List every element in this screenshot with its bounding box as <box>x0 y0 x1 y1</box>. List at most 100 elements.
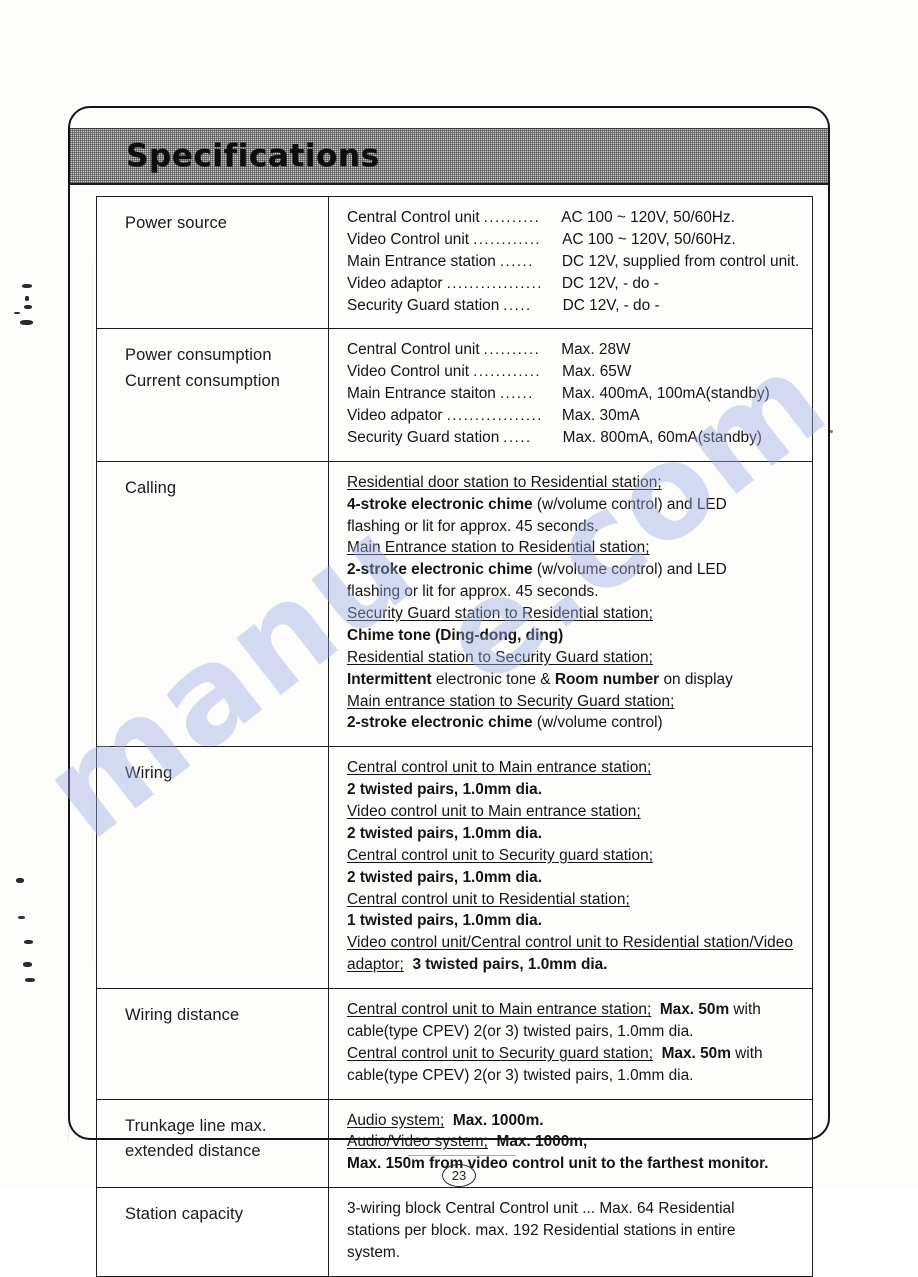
row-label-line: Wiring <box>125 764 173 783</box>
spec-block-bold: Max. 50m <box>659 1001 730 1018</box>
scan-artifact-speck <box>24 940 33 944</box>
spec-entry-name: Video adpator <box>347 407 443 424</box>
row-value: Audio system; Max. 1000m. Audio/Video sys… <box>329 1100 812 1188</box>
spec-block-extra-line: flashing or lit for approx. 45 seconds. <box>347 517 599 535</box>
spec-entry: Central Control unit.......... AC 100 ~ 1… <box>347 207 804 229</box>
scan-artifact-speck <box>20 320 33 325</box>
spec-block-extra-line: flashing or lit for approx. 45 seconds. <box>347 583 599 601</box>
spec-block-heading: Central control unit to Security guard s… <box>347 846 654 864</box>
spec-block-line: Audio system; Max. 1000m. <box>347 1110 804 1132</box>
spec-entry-leader: .......... <box>483 341 541 359</box>
spec-block-heading: Residential door station to Residential … <box>347 473 662 491</box>
spec-block-bold: 4-stroke electronic chime <box>347 495 533 513</box>
row-value-cell: 3-wiring block Central Control unit ... … <box>328 1187 813 1277</box>
spec-block-heading-line: Central control unit to Residential stat… <box>347 889 804 911</box>
spec-entry-leader: ................. <box>446 407 543 424</box>
row-value-cell: Central Control unit.......... AC 100 ~ 1… <box>328 195 813 330</box>
spec-block-heading-line: Main Entrance station to Residential sta… <box>347 537 804 559</box>
table-row: Calling Residential door station to Resid… <box>96 460 813 748</box>
spec-block-extra-line: cable(type CPEV) 2(or 3) twisted pairs, … <box>347 1066 694 1084</box>
spec-block-detail-line: 2 twisted pairs, 1.0mm dia. <box>347 779 804 801</box>
spec-block-line: Central control unit to Security guard s… <box>347 1044 763 1062</box>
spec-block-line: Audio/Video system; Max. 1000m, <box>347 1131 804 1153</box>
row-label-line: Wiring distance <box>125 1006 240 1024</box>
spec-block-detail-line: Intermittent electronic tone & Room numb… <box>347 670 733 688</box>
spec-block-bold: Chime tone (Ding-dong, ding) <box>347 626 564 644</box>
spec-block-bold: Intermittent <box>347 670 432 688</box>
spec-entry-value: DC 12V, - do - <box>561 274 659 292</box>
row-value-cell: Central control unit to Main entrance st… <box>328 988 813 1100</box>
spec-block-heading: Residential station to Security Guard st… <box>347 648 653 666</box>
page-number: 23 <box>442 1164 476 1187</box>
spec-entry-name: Main Entrance staiton <box>347 385 496 403</box>
spec-block-bold: 2 twisted pairs, 1.0mm dia. <box>347 781 543 799</box>
scan-artifact-speck <box>24 305 32 309</box>
section-header-band: Specifications <box>70 128 828 185</box>
spec-block-heading: Audio system; <box>347 1111 445 1129</box>
spec-entry-name: Video Control unit <box>347 230 470 248</box>
spec-block-detail-line: Chime tone (Ding-dong, ding) <box>347 625 804 647</box>
spec-block-bold: 2-stroke electronic chime <box>347 714 533 732</box>
spec-block-heading: Main entrance station to Security Guard … <box>347 692 675 710</box>
scan-artifact-speck <box>18 916 25 919</box>
spec-entry: Main Entrance staiton...... Max. 400mA, 1… <box>347 383 804 405</box>
spec-block-detail-line: 2 twisted pairs, 1.0mm dia. <box>347 867 804 889</box>
row-label: Power source <box>97 197 328 255</box>
row-value: Central control unit to Main entrance st… <box>329 989 812 1099</box>
row-label-cell: Trunkage line max. extended distance <box>96 1098 329 1189</box>
row-label: Station capacity <box>97 1188 328 1246</box>
row-label: Calling <box>97 462 328 520</box>
row-label-line: Trunkage line max. <box>125 1116 267 1135</box>
row-label-line: Power source <box>125 214 228 232</box>
row-value: Central control unit to Main entrance st… <box>329 747 812 988</box>
spec-entry-leader: .......... <box>483 209 541 226</box>
row-label: Wiring distance <box>97 989 328 1047</box>
spec-entry: Main Entrance station...... DC 12V, suppl… <box>347 251 804 273</box>
row-label-line: Power consumption <box>125 346 272 365</box>
row-label: Trunkage line max. extended distance <box>97 1100 328 1183</box>
spec-block-detail-line: 1 twisted pairs, 1.0mm dia. <box>347 910 804 932</box>
spec-block-heading-line: Security Guard station to Residential st… <box>347 603 804 625</box>
spec-entry-value: Max. 65W <box>562 363 632 381</box>
row-value-cell: Residential door station to Residential … <box>328 460 813 748</box>
spec-text-line: 3-wiring block Central Control unit ... … <box>347 1200 735 1218</box>
scan-artifact-speck <box>14 312 20 314</box>
spec-block-bold: 1 twisted pairs, 1.0mm dia. <box>347 912 543 930</box>
scanned-page: Specifications manu e.com Power source Ce… <box>0 0 918 1277</box>
row-label-cell: Calling <box>96 460 329 748</box>
row-label-line: Station capacity <box>125 1205 244 1224</box>
spec-block-detail-line: 2 twisted pairs, 1.0mm dia. <box>347 823 804 845</box>
spec-entry-value: Max. 400mA, 100mA(standby) <box>561 385 770 403</box>
spec-block-heading-line: Central control unit to Main entrance st… <box>347 757 804 779</box>
spec-text-line: system. <box>347 1243 401 1261</box>
scan-artifact-speck <box>22 284 32 288</box>
spec-block-heading: Security Guard station to Residential st… <box>347 605 653 622</box>
row-label-cell: Station capacity <box>96 1187 329 1277</box>
spec-block-heading-line: Main entrance station to Security Guard … <box>347 691 804 713</box>
spec-entry-value: Max. 30mA <box>561 407 640 424</box>
spec-entry-value: Max. 800mA, 60mA(standby) <box>562 428 762 446</box>
page-title: Specifications <box>126 138 380 174</box>
spec-entry-name: Video adaptor <box>347 274 443 292</box>
spec-block-heading-line: Residential door station to Residential … <box>347 472 804 494</box>
spec-block-bold: Max. 50m <box>661 1044 731 1062</box>
row-value: Central Control unit.......... Max. 28W Vi… <box>329 329 812 460</box>
spec-entry-name: Central Control unit <box>347 341 480 359</box>
spec-block-bold: Max. 1000m. <box>452 1111 544 1129</box>
spec-entry: Video Control unit............ Max. 65W <box>347 361 804 383</box>
spec-block-line: Central control unit to Main entrance st… <box>347 1001 761 1018</box>
spec-entry: Video Control unit............ AC 100 ~ 1… <box>347 229 804 251</box>
row-value: 3-wiring block Central Control unit ... … <box>329 1188 812 1276</box>
spec-entry-leader: ..... <box>503 428 532 446</box>
spec-block-heading: Central control unit to Main entrance st… <box>347 1001 652 1018</box>
row-value-cell: Central Control unit.......... Max. 28W Vi… <box>328 328 813 462</box>
spec-entry-name: Video Control unit <box>347 363 470 381</box>
spec-block-heading-line: Residential station to Security Guard st… <box>347 647 804 669</box>
scan-artifact-speck <box>25 296 29 301</box>
spec-block-bold: 2 twisted pairs, 1.0mm dia. <box>347 824 543 842</box>
spec-entry-value: Max. 28W <box>561 341 631 359</box>
spec-entry-name: Security Guard station <box>347 296 500 314</box>
row-value-cell: Audio system; Max. 1000m. Audio/Video sys… <box>328 1098 813 1189</box>
row-label: Power consumption Current consumption <box>97 329 328 412</box>
spec-block-bold: 2-stroke electronic chime <box>347 561 533 579</box>
